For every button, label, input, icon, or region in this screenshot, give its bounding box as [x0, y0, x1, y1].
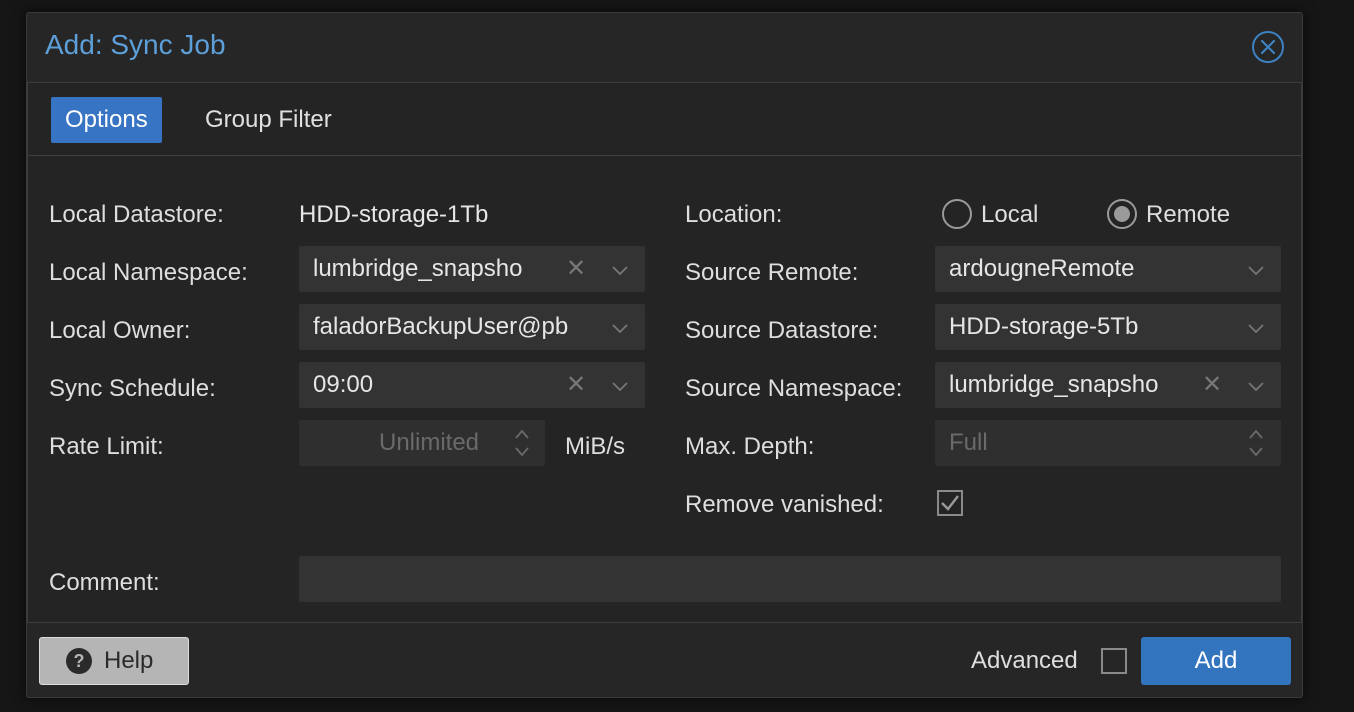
source-datastore-combobox[interactable]: HDD-storage-5Tb [935, 304, 1281, 350]
location-remote-radio[interactable] [1107, 199, 1137, 229]
chevron-down-icon[interactable] [1241, 362, 1271, 408]
source-namespace-value: lumbridge_snapsho [949, 371, 1159, 398]
advanced-label: Advanced [971, 647, 1078, 674]
source-namespace-label: Source Namespace: [685, 375, 903, 402]
location-remote-label: Remote [1146, 201, 1231, 228]
sync-schedule-value: 09:00 [313, 371, 374, 398]
local-owner-combobox[interactable]: faladorBackupUser@pb [299, 304, 645, 350]
dialog-titlebar: Add: Sync Job [27, 13, 1302, 83]
remove-vanished-label: Remove vanished: [685, 491, 884, 518]
rate-limit-input[interactable]: Unlimited [299, 420, 545, 466]
comment-input[interactable] [299, 556, 1281, 602]
question-circle-icon: ? [66, 648, 92, 674]
sync-job-dialog: Add: Sync Job Options Group Filter Local… [26, 12, 1303, 698]
location-local-radio[interactable] [942, 199, 972, 229]
chevron-down-icon[interactable] [1241, 246, 1271, 292]
location-label: Location: [685, 201, 783, 228]
comment-label: Comment: [49, 569, 160, 596]
rate-limit-label: Rate Limit: [49, 433, 164, 460]
local-datastore-label: Local Datastore: [49, 201, 224, 228]
max-depth-label: Max. Depth: [685, 433, 815, 460]
options-panel: Options Group Filter Local Datastore: HD… [27, 83, 1302, 623]
rate-limit-unit: MiB/s [565, 433, 625, 460]
rate-limit-placeholder: Unlimited [379, 429, 480, 456]
help-button[interactable]: ? Help [39, 637, 189, 685]
sync-schedule-combobox[interactable]: 09:00 ✕ [299, 362, 645, 408]
dialog-title: Add: Sync Job [45, 29, 226, 60]
source-remote-value: ardougneRemote [949, 255, 1135, 282]
local-datastore-value: HDD-storage-1Tb [299, 201, 489, 228]
sync-schedule-label: Sync Schedule: [49, 375, 216, 402]
help-label: Help [104, 647, 154, 674]
local-namespace-combobox[interactable]: lumbridge_snapsho ✕ [299, 246, 645, 292]
dialog-footer: ? Help Advanced Add [27, 625, 1302, 697]
checkmark-icon [941, 495, 959, 511]
spinner-icon[interactable] [509, 420, 535, 466]
local-owner-label: Local Owner: [49, 317, 191, 344]
chevron-down-icon[interactable] [1241, 304, 1271, 350]
source-namespace-combobox[interactable]: lumbridge_snapsho ✕ [935, 362, 1281, 408]
clear-icon[interactable]: ✕ [1197, 362, 1227, 408]
max-depth-placeholder: Full [949, 429, 988, 456]
remove-vanished-checkbox[interactable] [937, 490, 963, 516]
tab-options[interactable]: Options [51, 97, 162, 143]
local-owner-value: faladorBackupUser@pb [313, 313, 569, 340]
tab-group-filter[interactable]: Group Filter [191, 97, 346, 143]
source-remote-label: Source Remote: [685, 259, 859, 286]
chevron-down-icon[interactable] [605, 304, 635, 350]
source-datastore-value: HDD-storage-5Tb [949, 313, 1139, 340]
source-datastore-label: Source Datastore: [685, 317, 879, 344]
max-depth-input[interactable]: Full [935, 420, 1281, 466]
local-namespace-label: Local Namespace: [49, 259, 248, 286]
tab-bar: Options Group Filter [28, 83, 1301, 156]
clear-icon[interactable]: ✕ [561, 362, 591, 408]
source-remote-combobox[interactable]: ardougneRemote [935, 246, 1281, 292]
chevron-down-icon[interactable] [605, 246, 635, 292]
advanced-checkbox[interactable] [1101, 648, 1127, 674]
close-icon [1261, 40, 1275, 54]
local-namespace-value: lumbridge_snapsho [313, 255, 523, 282]
spinner-icon[interactable] [1243, 420, 1269, 466]
chevron-down-icon[interactable] [605, 362, 635, 408]
add-button[interactable]: Add [1141, 637, 1291, 685]
close-button[interactable] [1252, 31, 1284, 63]
location-local-label: Local [981, 201, 1039, 228]
clear-icon[interactable]: ✕ [561, 246, 591, 292]
